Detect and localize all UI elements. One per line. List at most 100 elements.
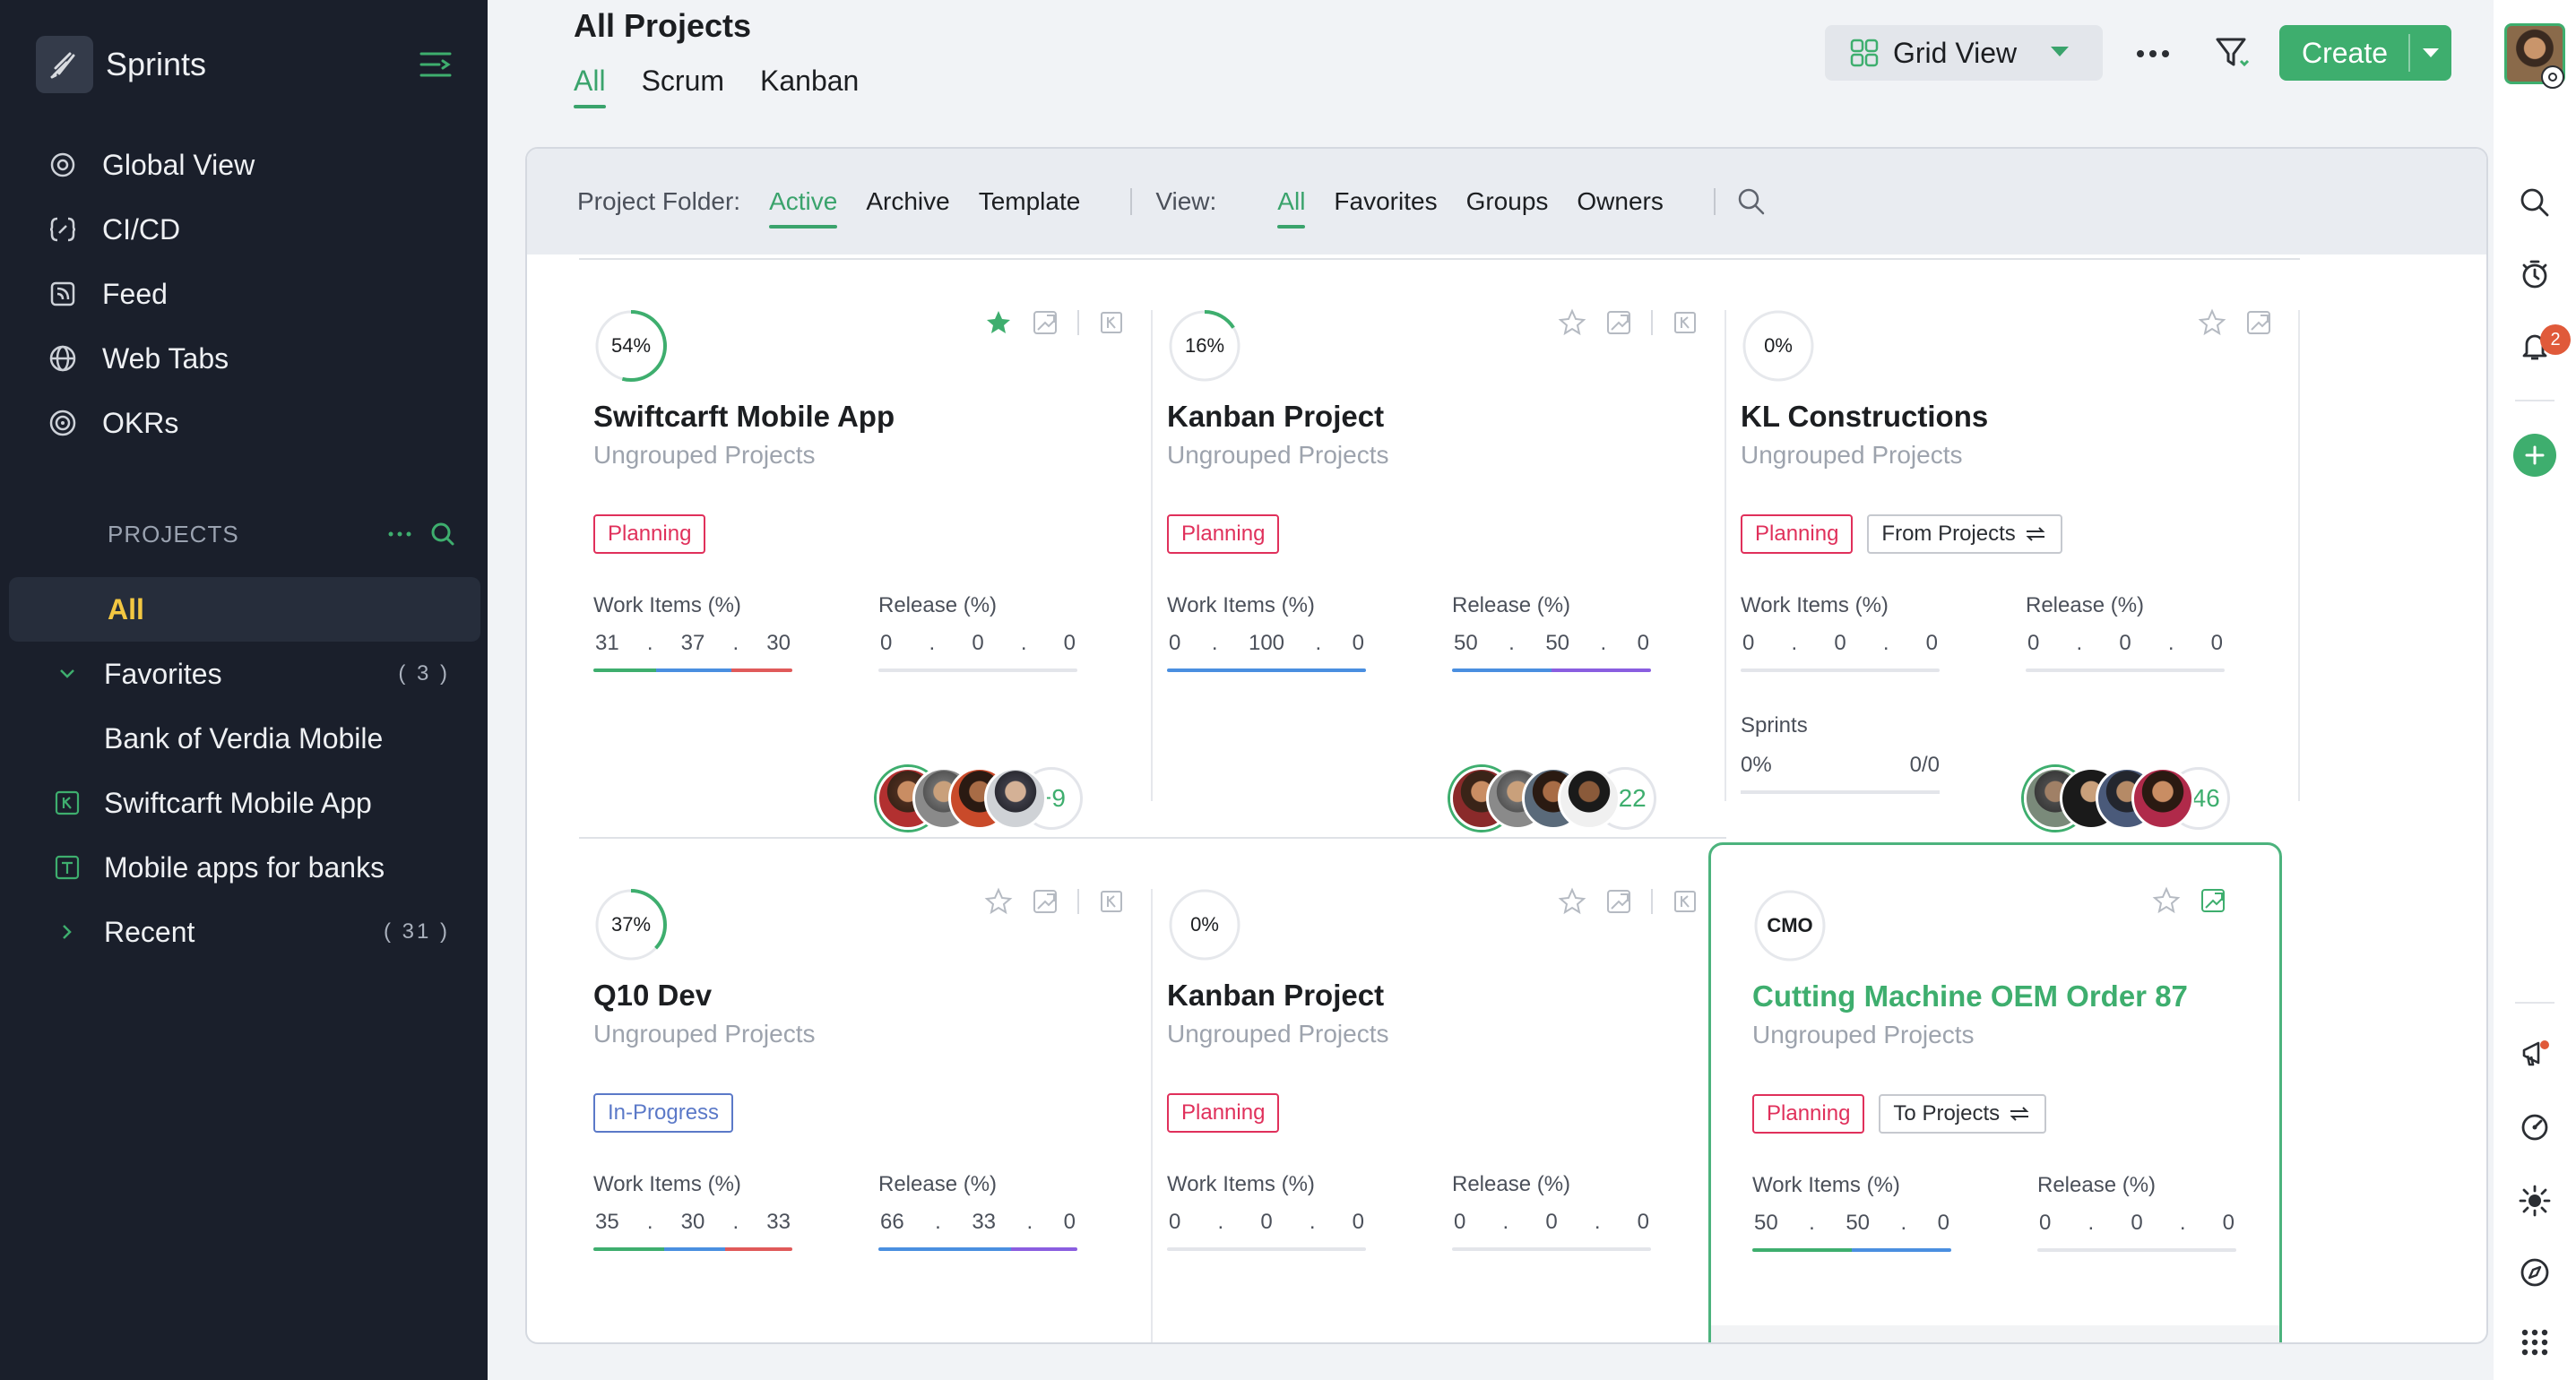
nav-global-view[interactable]: Global View (0, 133, 488, 197)
folder-archive[interactable]: Archive (866, 187, 949, 216)
work-items-bar (1741, 668, 1940, 672)
open-project-icon[interactable] (2199, 886, 2227, 915)
filter-icon[interactable] (2212, 32, 2253, 73)
metric-value: 0 (2222, 1211, 2235, 1235)
sidebar-item-all[interactable]: All (9, 577, 480, 642)
theme-sun-icon[interactable] (2519, 1185, 2551, 1217)
project-card[interactable]: 16% Kanban Project Ungrouped Projects Pl… (1153, 258, 1726, 841)
sidebar-item-label: Recent (104, 915, 195, 948)
open-project-icon[interactable] (1031, 308, 1059, 337)
progress-percent: 0% (1764, 334, 1793, 357)
create-dropdown-icon[interactable] (2423, 48, 2439, 57)
metric-label: Sprints (1741, 713, 1808, 737)
more-options-icon[interactable] (385, 520, 414, 548)
more-options-icon[interactable] (2130, 38, 2176, 70)
collapse-sidebar-icon[interactable] (416, 45, 455, 84)
nav-label: Web Tabs (102, 341, 229, 375)
sprints-logo-icon (36, 36, 93, 93)
folder-active[interactable]: Active (769, 187, 838, 229)
project-card[interactable]: 0% KL Constructions Ungrouped Projects P… (1726, 258, 2300, 841)
nav-okrs[interactable]: OKRs (0, 391, 488, 455)
compass-icon[interactable] (2519, 1256, 2551, 1289)
sidebar-item-mobile-apps-banks[interactable]: Mobile apps for banks (9, 835, 480, 900)
work-items-metric: Work Items (%) 0.0.0 (1741, 593, 1940, 672)
nav-feed[interactable]: Feed (0, 262, 488, 326)
sync-badge[interactable]: From Projects (1867, 514, 2062, 554)
open-project-icon[interactable] (1031, 887, 1059, 916)
release-bar (2037, 1248, 2236, 1252)
favorite-star-icon[interactable] (984, 887, 1013, 916)
nav-web-tabs[interactable]: Web Tabs (0, 326, 488, 391)
settings-gear-icon[interactable] (2540, 65, 2565, 90)
sidebar-item-label: All (108, 592, 144, 625)
view-all[interactable]: All (1277, 187, 1306, 229)
metric-value: 0 (1637, 631, 1649, 655)
favorite-star-icon[interactable] (2152, 886, 2181, 915)
favorite-star-icon[interactable] (1558, 887, 1586, 916)
bar-segment (878, 1247, 1011, 1251)
metric-value: 50 (1846, 1211, 1871, 1235)
open-project-icon[interactable] (1604, 308, 1633, 337)
grid-icon (1848, 37, 1880, 69)
search-projects-icon[interactable] (428, 520, 457, 548)
nav-cicd[interactable]: CI/CD (0, 197, 488, 262)
status-badge: Planning (1752, 1094, 1865, 1134)
metric-value: 0 (1545, 1210, 1558, 1234)
app-grid-icon[interactable] (2519, 1326, 2551, 1358)
member-avatars[interactable]: +22 (1450, 767, 1656, 830)
tab-scrum[interactable]: Scrum (642, 65, 724, 108)
tab-kanban[interactable]: Kanban (760, 65, 859, 108)
release-bar (878, 1247, 1077, 1251)
project-card[interactable]: 37% Q10 Dev Ungrouped Projects In-Progre… (579, 837, 1153, 1342)
work-items-bar (1167, 668, 1366, 672)
bar-segment (725, 1247, 792, 1251)
grid-view-dropdown[interactable]: Grid View (1825, 25, 2103, 81)
project-title[interactable]: Q10 Dev (593, 979, 712, 1013)
sidebar-item-favorites[interactable]: Favorites ( 3 ) (9, 642, 480, 706)
view-favorites[interactable]: Favorites (1334, 187, 1437, 216)
favorite-star-icon[interactable] (2198, 308, 2226, 337)
project-title[interactable]: Kanban Project (1167, 979, 1384, 1013)
sidebar-item-bank-of-verdia[interactable]: Bank of Verdia Mobile (9, 706, 480, 771)
sidebar-item-swiftcarft[interactable]: Swiftcarft Mobile App (9, 771, 480, 835)
project-card-selected[interactable]: CMO Cutting Machine OEM Order 87 Ungroup… (1708, 842, 2282, 1342)
project-title[interactable]: KL Constructions (1741, 400, 1988, 434)
sync-badge[interactable]: To Projects (1879, 1094, 2047, 1134)
speedometer-icon[interactable] (2519, 1111, 2551, 1143)
okrs-icon (48, 409, 77, 437)
view-owners[interactable]: Owners (1577, 187, 1663, 216)
member-avatars[interactable]: +9 (877, 767, 1083, 830)
add-icon[interactable] (2513, 434, 2556, 477)
search-icon[interactable] (2519, 186, 2551, 219)
chevron-down-icon[interactable] (54, 660, 81, 687)
member-avatars[interactable]: +46 (2024, 767, 2230, 830)
favorite-star-icon[interactable] (984, 308, 1013, 337)
timer-icon[interactable] (2519, 258, 2551, 290)
chevron-right-icon[interactable] (54, 919, 81, 945)
folder-template[interactable]: Template (979, 187, 1081, 216)
project-card[interactable]: 54% Swiftcarft Mobile App Ungrouped Proj… (579, 258, 1153, 841)
metric-value: 0 (1063, 1210, 1076, 1234)
project-title[interactable]: Cutting Machine OEM Order 87 (1752, 979, 2188, 1013)
notification-count: 2 (2540, 324, 2571, 355)
favorites-count: ( 3 ) (398, 661, 450, 686)
metric-label: Release (%) (1452, 1172, 1571, 1196)
view-groups[interactable]: Groups (1466, 187, 1549, 216)
tab-all[interactable]: All (574, 65, 606, 108)
progress-percent: 16% (1184, 334, 1225, 357)
project-title[interactable]: Swiftcarft Mobile App (593, 400, 895, 434)
announcement-icon[interactable] (2519, 1038, 2551, 1070)
project-group: Ungrouped Projects (593, 1020, 816, 1048)
create-button[interactable]: Create (2279, 25, 2451, 81)
metric-value: 0 (1352, 1210, 1364, 1234)
favorite-star-icon[interactable] (1558, 308, 1586, 337)
sidebar-item-recent[interactable]: Recent ( 31 ) (9, 900, 480, 964)
project-title[interactable]: Kanban Project (1167, 400, 1384, 434)
brand[interactable]: Sprints (36, 36, 206, 93)
search-icon[interactable] (1735, 185, 1768, 218)
sync-label: To Projects (1893, 1101, 2001, 1126)
open-project-icon[interactable] (2244, 308, 2273, 337)
project-card[interactable]: 0% Kanban Project Ungrouped Projects Pla… (1153, 837, 1726, 1342)
metric-value: 0 (1169, 1210, 1181, 1234)
open-project-icon[interactable] (1604, 887, 1633, 916)
